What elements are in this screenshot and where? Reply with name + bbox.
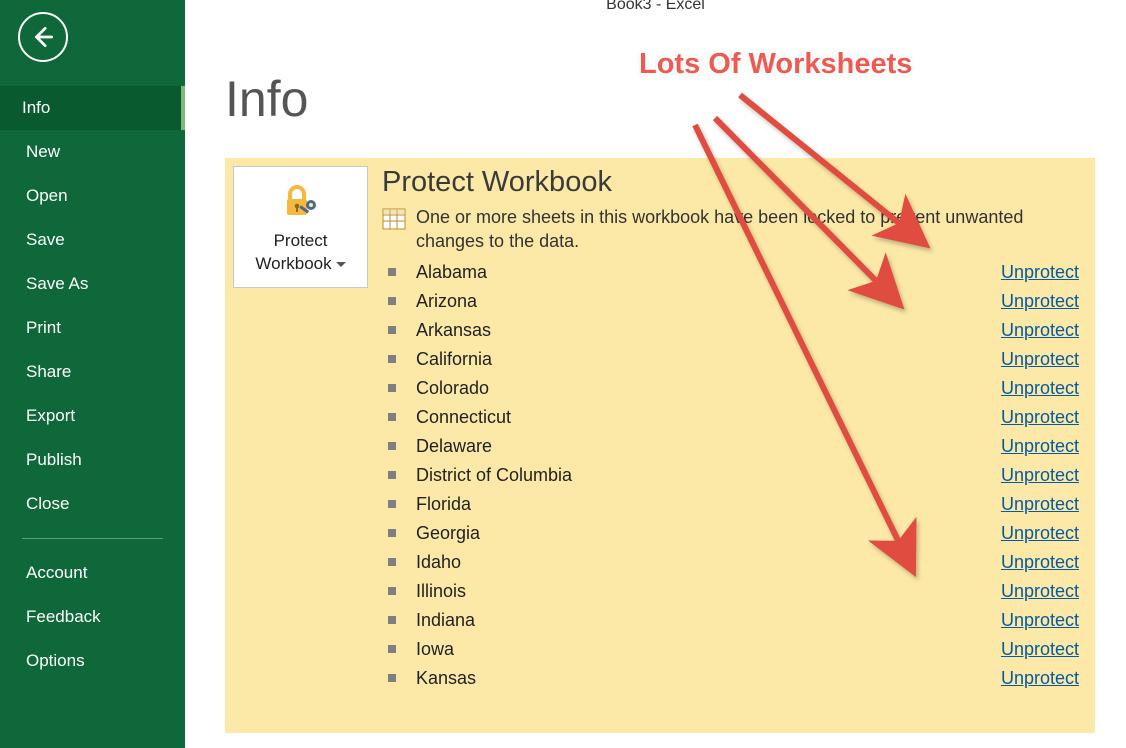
unprotect-link[interactable]: Unprotect — [1001, 552, 1079, 573]
sheet-name: Alabama — [416, 262, 1001, 283]
sheet-row: ArizonaUnprotect — [382, 287, 1085, 316]
sheet-row: DelawareUnprotect — [382, 432, 1085, 461]
bullet-icon — [388, 529, 396, 537]
sheet-row: CaliforniaUnprotect — [382, 345, 1085, 374]
sheet-row: AlabamaUnprotect — [382, 258, 1085, 287]
page-title: Info — [225, 70, 1126, 128]
sheet-name: Indiana — [416, 610, 1001, 631]
unprotect-link[interactable]: Unprotect — [1001, 320, 1079, 341]
window-title: Book3 - Excel — [185, 0, 1126, 14]
bullet-icon — [388, 384, 396, 392]
sheet-name: Arizona — [416, 291, 1001, 312]
nav-item-open[interactable]: Open — [0, 174, 185, 218]
sheet-name: Kansas — [416, 668, 1001, 689]
sheet-row: IdahoUnprotect — [382, 548, 1085, 577]
sheet-row: IowaUnprotect — [382, 635, 1085, 664]
sheet-name: Arkansas — [416, 320, 1001, 341]
back-arrow-icon — [30, 24, 56, 50]
sheet-name: California — [416, 349, 1001, 370]
bullet-icon — [388, 616, 396, 624]
lock-key-icon — [281, 183, 321, 224]
nav-item-print[interactable]: Print — [0, 306, 185, 350]
nav-item-account[interactable]: Account — [0, 551, 185, 595]
sheet-name: Colorado — [416, 378, 1001, 399]
nav-item-export[interactable]: Export — [0, 394, 185, 438]
sheet-row: ConnecticutUnprotect — [382, 403, 1085, 432]
unprotect-link[interactable]: Unprotect — [1001, 291, 1079, 312]
bullet-icon — [388, 326, 396, 334]
sheet-row: ColoradoUnprotect — [382, 374, 1085, 403]
bullet-icon — [388, 442, 396, 450]
protect-workbook-button[interactable]: Protect Workbook — [233, 166, 368, 288]
bullet-icon — [388, 558, 396, 566]
sheet-name: Iowa — [416, 639, 1001, 660]
bullet-icon — [388, 645, 396, 653]
sheet-name: Illinois — [416, 581, 1001, 602]
unprotect-link[interactable]: Unprotect — [1001, 262, 1079, 283]
dropdown-caret-icon — [336, 262, 346, 267]
protect-workbook-details: Protect Workbook One or more sheets in t… — [382, 166, 1085, 693]
protect-workbook-label: Protect Workbook — [255, 230, 345, 274]
sidebar-divider — [22, 538, 163, 539]
nav-item-feedback[interactable]: Feedback — [0, 595, 185, 639]
unprotect-link[interactable]: Unprotect — [1001, 436, 1079, 457]
protect-description: One or more sheets in this workbook have… — [416, 205, 1085, 254]
nav-item-new[interactable]: New — [0, 130, 185, 174]
sheet-row: KansasUnprotect — [382, 664, 1085, 693]
sheet-row: FloridaUnprotect — [382, 490, 1085, 519]
unprotect-link[interactable]: Unprotect — [1001, 494, 1079, 515]
sheet-row: District of ColumbiaUnprotect — [382, 461, 1085, 490]
protect-workbook-panel: Protect Workbook Protect Workbook O — [225, 158, 1095, 733]
bullet-icon — [388, 674, 396, 682]
main-content: Book3 - Excel Info Protect Workbook — [185, 0, 1126, 748]
sheet-name: District of Columbia — [416, 465, 1001, 486]
unprotect-link[interactable]: Unprotect — [1001, 610, 1079, 631]
nav-item-share[interactable]: Share — [0, 350, 185, 394]
unprotect-link[interactable]: Unprotect — [1001, 465, 1079, 486]
sheet-row: ArkansasUnprotect — [382, 316, 1085, 345]
nav-item-options[interactable]: Options — [0, 639, 185, 683]
nav-item-info[interactable]: Info — [0, 86, 185, 130]
sheet-name: Idaho — [416, 552, 1001, 573]
unprotect-link[interactable]: Unprotect — [1001, 378, 1079, 399]
sheet-row: IllinoisUnprotect — [382, 577, 1085, 606]
bullet-icon — [388, 587, 396, 595]
unprotect-link[interactable]: Unprotect — [1001, 581, 1079, 602]
sheet-row: IndianaUnprotect — [382, 606, 1085, 635]
sheet-row: GeorgiaUnprotect — [382, 519, 1085, 548]
bullet-icon — [388, 471, 396, 479]
unprotect-link[interactable]: Unprotect — [1001, 523, 1079, 544]
unprotect-link[interactable]: Unprotect — [1001, 349, 1079, 370]
protect-heading: Protect Workbook — [382, 166, 1085, 199]
worksheet-grid-icon — [382, 208, 406, 235]
bullet-icon — [388, 268, 396, 276]
sheet-name: Connecticut — [416, 407, 1001, 428]
bullet-icon — [388, 413, 396, 421]
bullet-icon — [388, 500, 396, 508]
nav-item-save[interactable]: Save — [0, 218, 185, 262]
sheet-name: Delaware — [416, 436, 1001, 457]
nav-item-close[interactable]: Close — [0, 482, 185, 526]
back-button[interactable] — [18, 12, 68, 62]
unprotect-link[interactable]: Unprotect — [1001, 668, 1079, 689]
nav-item-publish[interactable]: Publish — [0, 438, 185, 482]
locked-sheet-list: AlabamaUnprotectArizonaUnprotectArkansas… — [382, 258, 1085, 693]
bullet-icon — [388, 355, 396, 363]
nav-item-save-as[interactable]: Save As — [0, 262, 185, 306]
unprotect-link[interactable]: Unprotect — [1001, 407, 1079, 428]
sheet-name: Florida — [416, 494, 1001, 515]
sheet-name: Georgia — [416, 523, 1001, 544]
backstage-sidebar: InfoNewOpenSaveSave AsPrintShareExportPu… — [0, 0, 185, 748]
bullet-icon — [388, 297, 396, 305]
unprotect-link[interactable]: Unprotect — [1001, 639, 1079, 660]
